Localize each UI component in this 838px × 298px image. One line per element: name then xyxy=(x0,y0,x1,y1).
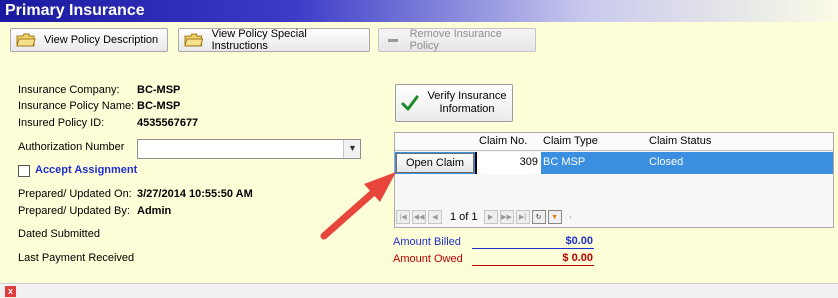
amount-billed-value: $0.00 xyxy=(565,235,593,247)
title-bar: Primary Insurance xyxy=(0,0,838,22)
view-policy-special-instructions-button[interactable]: View Policy Special Instructions xyxy=(178,28,370,52)
column-header-claim-status[interactable]: Claim Status xyxy=(649,135,711,147)
verify-insurance-line1: Verify Insurance xyxy=(427,90,507,102)
insurance-policy-name-label: Insurance Policy Name: xyxy=(18,100,135,112)
prepared-by-label: Prepared/ Updated By: xyxy=(18,205,130,217)
dropdown-arrow-icon: ▼ xyxy=(348,143,357,153)
close-icon[interactable]: x xyxy=(5,286,16,297)
column-header-claim-type[interactable]: Claim Type xyxy=(543,135,598,147)
view-policy-special-instructions-label: View Policy Special Instructions xyxy=(211,28,307,52)
claim-type-cell: BC MSP xyxy=(543,156,586,168)
last-payment-received-label: Last Payment Received xyxy=(18,252,135,264)
amount-owed-underline xyxy=(472,265,594,266)
status-bar: x xyxy=(0,283,838,298)
prepared-on-value: 3/27/2014 10:55:50 AM xyxy=(137,188,253,200)
verify-insurance-label: Verify Insurance Information xyxy=(427,90,507,116)
accept-assignment-checkbox[interactable] xyxy=(18,165,30,177)
claims-grid-header: Claim No. Claim Type Claim Status xyxy=(395,133,833,151)
prev-page-icon[interactable]: ◀ xyxy=(428,210,442,224)
scroll-left-icon[interactable]: ‹ xyxy=(564,210,578,224)
dated-submitted-label: Dated Submitted xyxy=(18,228,100,240)
insurance-company-value: BC-MSP xyxy=(137,84,181,96)
folder-icon xyxy=(184,33,204,47)
verify-insurance-line2: Information xyxy=(439,103,495,115)
checkmark-icon xyxy=(401,95,419,111)
next-group-icon[interactable]: ▶▶ xyxy=(499,210,514,224)
authorization-number-dropdown[interactable]: ▼ xyxy=(137,139,361,159)
accept-assignment-label[interactable]: Accept Assignment xyxy=(35,164,137,176)
remove-insurance-policy-button[interactable]: Remove Insurance Policy xyxy=(378,28,536,52)
insured-policy-id-value: 4535567677 xyxy=(137,117,199,129)
dropdown-button[interactable]: ▼ xyxy=(343,140,360,158)
page-title: Primary Insurance xyxy=(5,2,145,19)
grid-pager: |◀ ◀◀ ◀ 1 of 1 ▶ ▶▶ ▶| ↻ ▼ ‹ xyxy=(396,208,580,226)
filter-icon[interactable]: ▼ xyxy=(547,210,562,224)
amount-owed-label: Amount Owed xyxy=(393,253,463,265)
table-row[interactable]: Open Claim 309 BC MSP Closed xyxy=(395,152,833,174)
refresh-icon[interactable]: ↻ xyxy=(531,210,546,224)
amount-billed-underline xyxy=(472,248,594,249)
insured-policy-id-label: Insured Policy ID: xyxy=(18,117,105,129)
amount-owed-value: $ 0.00 xyxy=(562,252,593,264)
claim-no-cell[interactable]: 309 xyxy=(475,152,541,174)
prepared-on-label: Prepared/ Updated On: xyxy=(18,188,132,200)
minus-icon xyxy=(388,38,398,42)
verify-insurance-button[interactable]: Verify Insurance Information xyxy=(395,84,513,122)
view-policy-description-button[interactable]: View Policy Description xyxy=(10,28,168,52)
column-header-claim-no[interactable]: Claim No. xyxy=(479,135,527,147)
insurance-company-label: Insurance Company: xyxy=(18,84,120,96)
claim-no-value: 309 xyxy=(519,156,538,168)
remove-insurance-policy-label: Remove Insurance Policy xyxy=(409,28,502,52)
prepared-by-value: Admin xyxy=(137,205,172,217)
last-page-icon[interactable]: ▶| xyxy=(515,210,530,224)
claims-grid: Claim No. Claim Type Claim Status Open C… xyxy=(394,132,834,228)
page-indicator: 1 of 1 xyxy=(450,211,478,223)
folder-icon xyxy=(16,33,36,47)
insurance-policy-name-value: BC-MSP xyxy=(137,100,181,112)
authorization-number-label: Authorization Number xyxy=(18,141,125,153)
amount-billed-label: Amount Billed xyxy=(393,236,461,248)
next-page-icon[interactable]: ▶ xyxy=(483,210,498,224)
claim-status-cell: Closed xyxy=(649,156,684,168)
view-policy-description-label: View Policy Description xyxy=(44,34,159,46)
